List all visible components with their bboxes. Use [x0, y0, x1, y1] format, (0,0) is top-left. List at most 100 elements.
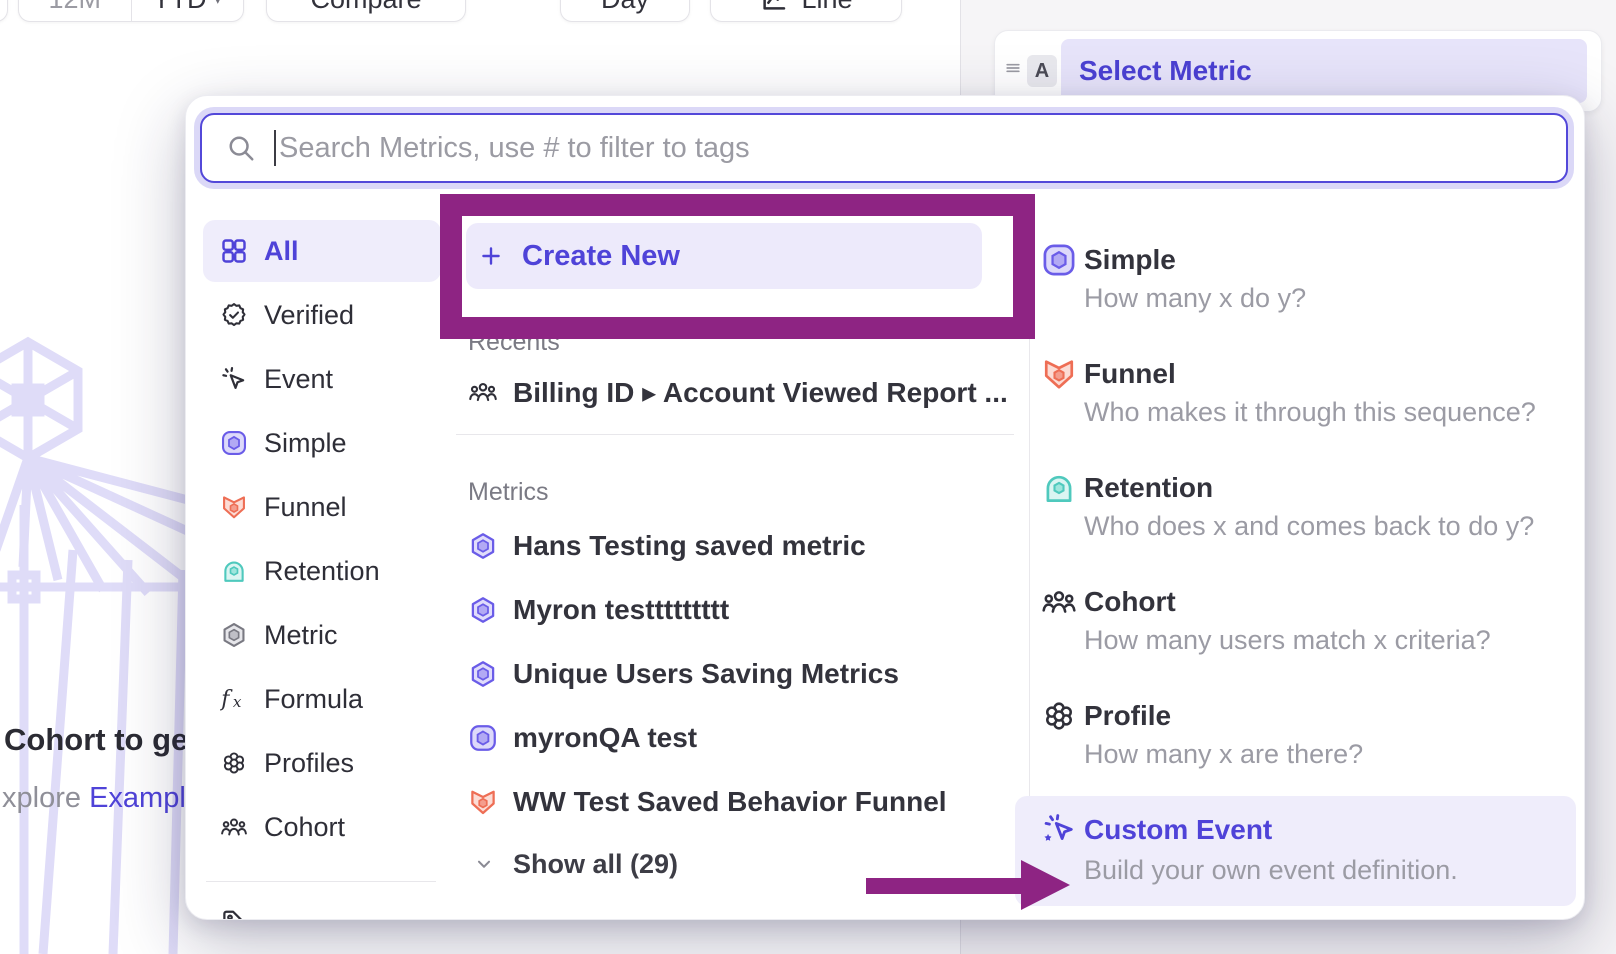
line-label: Line [801, 0, 852, 15]
recents-heading: Recents [468, 328, 560, 357]
select-metric-dropdown[interactable]: Select Metric [1061, 39, 1587, 103]
line-chart-icon [759, 0, 789, 14]
background-illustration [0, 335, 208, 954]
metric-search-bar [200, 113, 1568, 183]
profiles-icon [1041, 698, 1077, 734]
grid-icon [220, 237, 248, 265]
show-all-label: Show all (29) [513, 849, 678, 880]
line-chart-type-button[interactable]: Line [710, 0, 902, 22]
metric-type-title: Simple [1084, 244, 1176, 276]
sidebar-divider [206, 881, 436, 882]
svg-text:ƒ: ƒ [220, 686, 233, 712]
metric-type-description: Who makes it through this sequence? [1084, 396, 1536, 428]
drag-handle-icon[interactable] [1003, 58, 1023, 78]
simple-icon [220, 429, 248, 457]
create-new-label: Create New [522, 240, 680, 273]
metric-type-simple[interactable]: Simple How many x do y? [1015, 222, 1576, 326]
simple-icon [1041, 242, 1077, 278]
range-ytd-button[interactable]: YTD ▾ [132, 0, 244, 21]
sidebar-item-label: All [264, 236, 299, 267]
cohort-icon [1041, 584, 1077, 620]
metric-type-funnel[interactable]: FunnelWho makes it through this sequence… [1015, 336, 1576, 440]
event-icon [220, 365, 248, 393]
range-12m-button[interactable]: 12M [19, 0, 132, 21]
metric-type-retention[interactable]: Retention Who does x and comes back to do… [1015, 450, 1576, 554]
tag-icon[interactable] [220, 908, 250, 920]
sidebar-item-label: Simple [264, 428, 347, 459]
metrics-heading: Metrics [468, 478, 549, 507]
row-letter-badge: A [1027, 55, 1057, 87]
sidebar-item-event[interactable]: Event [203, 348, 441, 410]
sidebar-item-label: Formula [264, 684, 363, 715]
compare-button[interactable]: Compare [266, 0, 466, 22]
metric-item-label: myronQA test [513, 722, 697, 754]
metric-item-label: Hans Testing saved metric [513, 530, 866, 562]
verified-icon [220, 301, 248, 329]
recent-item-label: Billing ID ▸ Account Viewed Report ... [513, 376, 1008, 409]
explore-text-fragment: xplore [2, 782, 81, 814]
sidebar-item-label: Metric [264, 620, 338, 651]
funnel-icon [1041, 356, 1077, 392]
range-12m-label: 12M [48, 0, 101, 15]
sidebar-item-label: Verified [264, 300, 354, 331]
select-metric-modal: All Verified Event Simple Funnel Retention Met… [185, 95, 1585, 920]
plus-icon [478, 243, 504, 269]
profiles-icon [220, 749, 248, 777]
metric-type-description: How many x are there? [1084, 738, 1363, 770]
metric-purple-icon [468, 659, 498, 689]
sidebar-item-metric[interactable]: Metric [203, 604, 441, 666]
retention-icon [1041, 470, 1077, 506]
sidebar-item-verified[interactable]: Verified [203, 284, 441, 346]
empty-state-headline-fragment: Cohort to ge [4, 722, 188, 758]
metric-icon [220, 621, 248, 649]
day-granularity-button[interactable]: Day [560, 0, 690, 22]
formula-icon: ƒx [220, 685, 248, 713]
funnel-icon [220, 493, 248, 521]
sidebar-item-retention[interactable]: Retention [203, 540, 441, 602]
retention-icon [220, 557, 248, 585]
sidebar-item-label: Profiles [264, 748, 354, 779]
range-ytd-label: YTD [152, 0, 206, 15]
chevron-down-icon [473, 853, 495, 875]
cohort-icon [220, 813, 248, 841]
sidebar-item-all[interactable]: All [203, 220, 441, 282]
metric-item-label: Myron testtttttttt [513, 594, 729, 626]
select-metric-value: Select Metric [1079, 55, 1252, 87]
sidebar-item-label: Cohort [264, 812, 345, 843]
funnel-icon [468, 787, 498, 817]
metric-item-label: Unique Users Saving Metrics [513, 658, 899, 690]
chevron-down-icon: ▾ [213, 0, 222, 9]
sidebar-item-cohort[interactable]: Cohort [203, 796, 441, 858]
show-all-button[interactable]: Show all (29) [473, 842, 678, 886]
metric-type-description: Build your own event definition. [1084, 854, 1458, 886]
metric-item-label: WW Test Saved Behavior Funnel [513, 786, 947, 818]
date-range-segmented-control: 12M YTD ▾ [18, 0, 244, 22]
text-cursor [274, 130, 276, 166]
empty-state-subtext: xplore Example [2, 782, 202, 815]
sidebar-item-profiles[interactable]: Profiles [203, 732, 441, 794]
simple-icon [468, 723, 498, 753]
metric-type-title: Custom Event [1084, 814, 1272, 846]
metric-type-description: How many x do y? [1084, 282, 1306, 314]
toolbar-button-partial[interactable] [0, 0, 8, 22]
metric-type-cohort[interactable]: CohortHow many users match x criteria? [1015, 564, 1576, 668]
metric-type-title: Cohort [1084, 586, 1176, 618]
sidebar-item-simple[interactable]: Simple [203, 412, 441, 474]
sidebar-item-label: Funnel [264, 492, 347, 523]
metric-purple-icon [468, 595, 498, 625]
sidebar-item-formula[interactable]: ƒx Formula [203, 668, 441, 730]
metric-type-custom-event[interactable]: Custom Event Build your own event definit… [1015, 796, 1576, 906]
app-window: 12M YTD ▾ Compare Day Line A Select Metr… [0, 0, 1616, 954]
metric-type-description: Who does x and comes back to do y? [1084, 510, 1534, 542]
sidebar-item-funnel[interactable]: Funnel [203, 476, 441, 538]
sidebar-item-label: Retention [264, 556, 380, 587]
metric-type-title: Retention [1084, 472, 1213, 504]
metric-type-profile[interactable]: Profile How many x are there? [1015, 678, 1576, 782]
metric-purple-icon [468, 531, 498, 561]
create-new-button[interactable]: Create New [466, 223, 982, 289]
day-label: Day [601, 0, 649, 15]
search-icon [226, 133, 256, 163]
metric-type-title: Profile [1084, 700, 1171, 732]
search-input[interactable] [279, 132, 1542, 165]
custom-event-icon [1041, 812, 1077, 848]
